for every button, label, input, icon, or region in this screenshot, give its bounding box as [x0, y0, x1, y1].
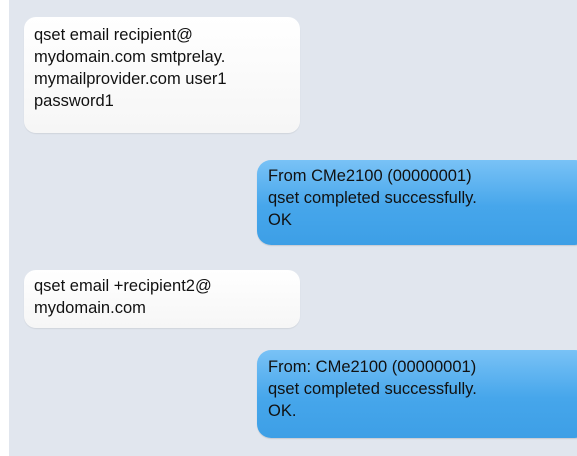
sms-conversation: qset email recipient@ mydomain.com smtpr… [9, 0, 577, 456]
incoming-message-bubble: qset email +recipient2@ mydomain.com [24, 270, 300, 328]
outgoing-message-bubble: From: CMe2100 (00000001) qset completed … [257, 350, 577, 438]
outgoing-message-bubble: From CMe2100 (00000001) qset completed s… [257, 160, 577, 245]
incoming-message-bubble: qset email recipient@ mydomain.com smtpr… [24, 17, 300, 133]
